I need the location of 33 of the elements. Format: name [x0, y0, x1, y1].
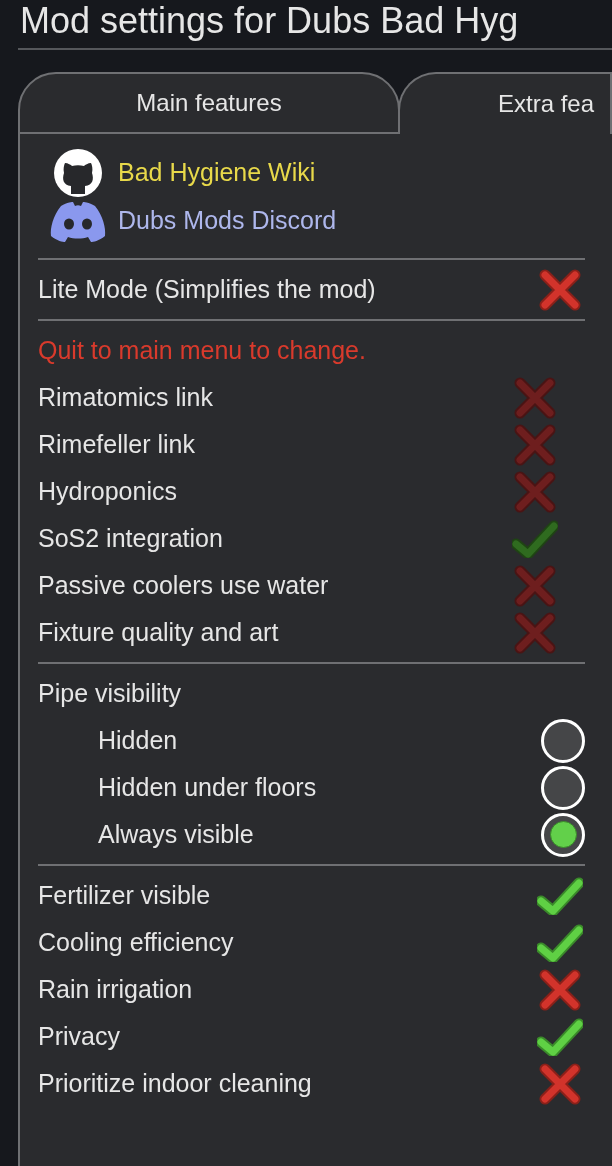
- cross-icon[interactable]: [539, 1062, 581, 1105]
- setting-label: Hydroponics: [38, 475, 177, 507]
- setting-label: Privacy: [38, 1020, 120, 1052]
- option-label: Hidden: [98, 724, 178, 756]
- setting-label: Cooling efficiency: [38, 926, 234, 958]
- cross-icon[interactable]: [539, 968, 581, 1011]
- radio-button[interactable]: [541, 718, 585, 763]
- tab[interactable]: Main features: [18, 72, 400, 134]
- checkmark-icon[interactable]: [537, 1017, 583, 1056]
- window-title: Mod settings for Dubs Bad Hyg: [19, 3, 519, 39]
- setting-label: Fixture quality and art: [38, 616, 279, 648]
- setting-label: Rimefeller link: [38, 428, 195, 460]
- link[interactable]: Dubs Mods Discord: [118, 202, 337, 240]
- tab[interactable]: Extra fea: [398, 72, 612, 134]
- radio-button[interactable]: [541, 765, 585, 810]
- setting-label: Rimatomics link: [38, 381, 214, 413]
- option-label: Hidden under floors: [98, 771, 317, 803]
- setting-label: Lite Mode (Simplifies the mod): [38, 273, 376, 305]
- radio-button[interactable]: [541, 812, 585, 857]
- warning-text: Quit to main menu to change.: [38, 334, 367, 366]
- setting-label: Passive coolers use water: [38, 569, 329, 601]
- setting-label: Prioritize indoor cleaning: [38, 1067, 312, 1099]
- checkmark-icon[interactable]: [537, 876, 583, 915]
- setting-label: SoS2 integration: [38, 522, 223, 554]
- setting-label: Fertilizer visible: [38, 879, 211, 911]
- group-heading: Pipe visibility: [38, 677, 183, 709]
- checkmark-icon[interactable]: [537, 923, 583, 962]
- game-controller-icon: [49, 200, 107, 242]
- cross-icon[interactable]: [539, 268, 581, 311]
- setting-label: Rain irrigation: [38, 973, 193, 1005]
- cat-logo-icon: [53, 148, 103, 198]
- link[interactable]: Bad Hygiene Wiki: [118, 154, 316, 192]
- option-label: Always visible: [98, 818, 254, 850]
